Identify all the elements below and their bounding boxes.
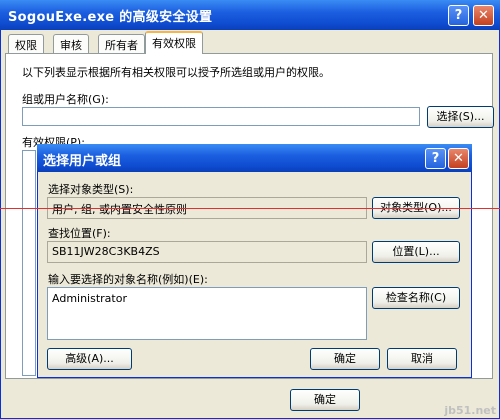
group-user-label: 组或用户名称(G): <box>22 93 109 106</box>
dialog-help-icon[interactable]: ? <box>425 148 446 169</box>
location-field: SB11JW28C3KB4ZS <box>47 241 367 263</box>
check-names-button[interactable]: 检查名称(C) <box>372 287 460 309</box>
dialog-title: 选择用户或组 <box>43 154 122 169</box>
group-user-input[interactable] <box>22 107 420 126</box>
dialog-ok-button[interactable]: 确定 <box>310 348 380 370</box>
object-names-label: 输入要选择的对象名称(例如)(E): <box>48 273 208 286</box>
object-type-label: 选择对象类型(S): <box>48 183 134 196</box>
advanced-button[interactable]: 高级(A)... <box>47 348 132 370</box>
tab-permissions[interactable]: 权限 <box>8 34 44 53</box>
dialog-cancel-button[interactable]: 取消 <box>387 348 457 370</box>
tab-effective-permissions[interactable]: 有效权限 <box>145 31 203 54</box>
outer-ok-button[interactable]: 确定 <box>290 389 360 411</box>
tab-owner[interactable]: 所有者 <box>98 34 145 53</box>
dialog-close-icon[interactable]: ✕ <box>448 148 469 169</box>
location-label: 查找位置(F): <box>48 227 111 240</box>
effective-permissions-list[interactable] <box>22 150 36 376</box>
red-annotation-line <box>0 208 500 209</box>
tab-auditing[interactable]: 审核 <box>53 34 89 53</box>
help-icon[interactable]: ? <box>448 5 469 26</box>
select-button[interactable]: 选择(S)... <box>427 106 494 128</box>
watermark: jb51.net <box>444 404 496 417</box>
object-names-input[interactable]: Administrator <box>47 287 367 340</box>
close-icon[interactable]: ✕ <box>473 5 494 26</box>
locations-button[interactable]: 位置(L)... <box>372 241 460 263</box>
description-text: 以下列表显示根据所有相关权限可以授予所选组或用户的权限。 <box>22 66 330 79</box>
window-title: SogouExe.exe 的高级安全设置 <box>8 10 213 25</box>
